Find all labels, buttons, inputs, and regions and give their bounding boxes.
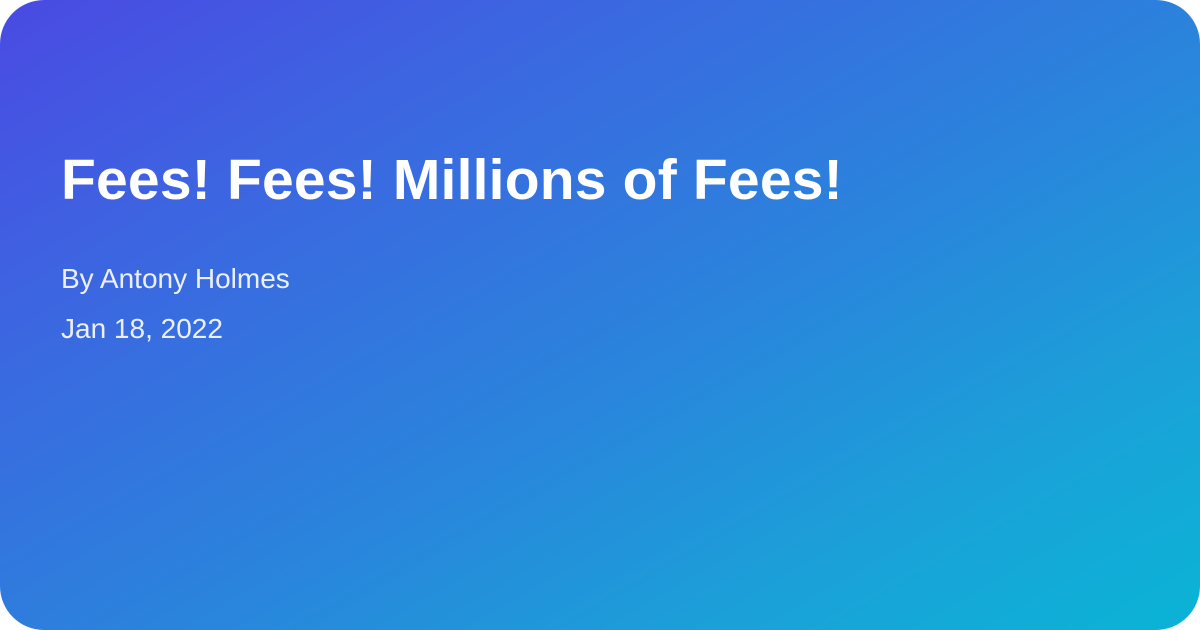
card-content: Fees! Fees! Millions of Fees! By Antony …: [61, 142, 1140, 354]
post-title: Fees! Fees! Millions of Fees!: [61, 148, 843, 212]
social-card: Fees! Fees! Millions of Fees! By Antony …: [0, 0, 1200, 630]
post-date: Jan 18, 2022: [61, 313, 223, 344]
post-author: By Antony Holmes: [61, 263, 290, 294]
post-meta: By Antony Holmes Jan 18, 2022: [61, 254, 1140, 354]
